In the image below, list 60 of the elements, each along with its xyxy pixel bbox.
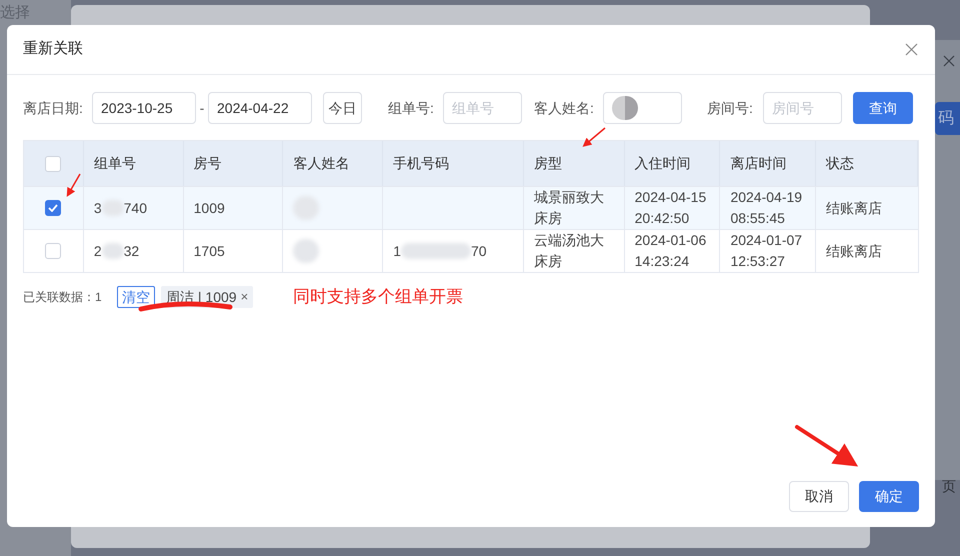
- table-cell-text: 结账离店: [826, 198, 882, 218]
- column-header: 客人姓名: [293, 154, 350, 173]
- column-header: 房号: [194, 154, 222, 173]
- linked-count: 已关联数据：1: [23, 289, 103, 306]
- today-button[interactable]: 今日: [323, 92, 362, 124]
- tag-close-button[interactable]: ×: [240, 287, 248, 307]
- date-field[interactable]: 2023-10-25: [92, 92, 196, 124]
- table-cell-text: 1009: [194, 198, 225, 218]
- annotation-arrow: [795, 425, 858, 467]
- masked-text: 2: [94, 242, 102, 260]
- field-label: 房间号:: [707, 98, 754, 118]
- column-header: 房型: [534, 154, 562, 173]
- field-label: 客人姓名:: [534, 98, 595, 118]
- annotation-text: 同时支持多个组单开票: [293, 286, 464, 308]
- column-header: 手机号码: [393, 154, 450, 173]
- column-header: 入住时间: [634, 154, 691, 173]
- guest-name-field[interactable]: [603, 92, 682, 124]
- table-cell-text: 2024-01-06 14:23:24: [634, 231, 708, 271]
- table-cell-text: 2024-04-15 20:42:50: [634, 188, 708, 228]
- side-button[interactable]: 码: [935, 102, 960, 135]
- redaction-blur: [400, 243, 471, 259]
- redaction-blur: [293, 239, 320, 263]
- redaction-blur: [625, 96, 638, 120]
- room-field[interactable]: 房间号: [763, 92, 842, 124]
- table-cell-text: 云端汤池大床房: [534, 231, 605, 271]
- close-button[interactable]: [903, 42, 919, 58]
- confirm-button[interactable]: 确定: [859, 481, 919, 512]
- table-cell-text: 2024-04-19 08:55:45: [730, 188, 804, 228]
- close-icon: [943, 55, 955, 67]
- dialog-title: 重新关联: [23, 39, 83, 60]
- column-header: 离店时间: [730, 154, 786, 173]
- query-button[interactable]: 查询: [853, 92, 913, 124]
- annotation-arrow: [66, 174, 81, 197]
- order-field[interactable]: 组单号: [443, 92, 522, 124]
- masked-text: 32: [124, 242, 140, 260]
- clear-button[interactable]: 清空: [117, 286, 155, 308]
- table-cell-text: 1705: [194, 242, 225, 260]
- column-header: 组单号: [94, 154, 136, 173]
- check-icon: [48, 204, 58, 212]
- table-cell-text: 城景丽致大床房: [534, 188, 605, 228]
- field-label: 组单号:: [388, 98, 435, 118]
- redaction-blur: [102, 243, 124, 259]
- column-header: 状态: [826, 154, 854, 173]
- redaction-blur: [612, 96, 625, 120]
- masked-text: 70: [470, 242, 487, 260]
- annotation-arrow: [582, 127, 606, 147]
- field-label: 离店日期:: [23, 98, 84, 118]
- masked-text: 3: [94, 198, 102, 218]
- table-row[interactable]: 2 32 1705 1 70 云端汤池大床房 2024-01-06 14:23:24 2024-01-07 12:53:27 结账离店: [24, 229, 918, 272]
- masked-text: 740: [124, 198, 147, 218]
- table-row[interactable]: 3 740 1009 城景丽致大床房 2024-04-15 20:42:50 2024-04-19 08:55:45 结账离店: [24, 186, 918, 229]
- masked-text: 1: [393, 242, 401, 260]
- date-field[interactable]: 2024-04-22: [208, 92, 312, 124]
- range-separator: -: [198, 98, 206, 118]
- table-cell-text: 2024-01-07 12:53:27: [730, 231, 804, 271]
- cancel-button[interactable]: 取消: [789, 481, 849, 512]
- pager-label: 页: [942, 477, 956, 496]
- checkbox[interactable]: [45, 200, 62, 216]
- table-cell-text: 结账离店: [826, 242, 882, 260]
- close-icon: [904, 43, 918, 56]
